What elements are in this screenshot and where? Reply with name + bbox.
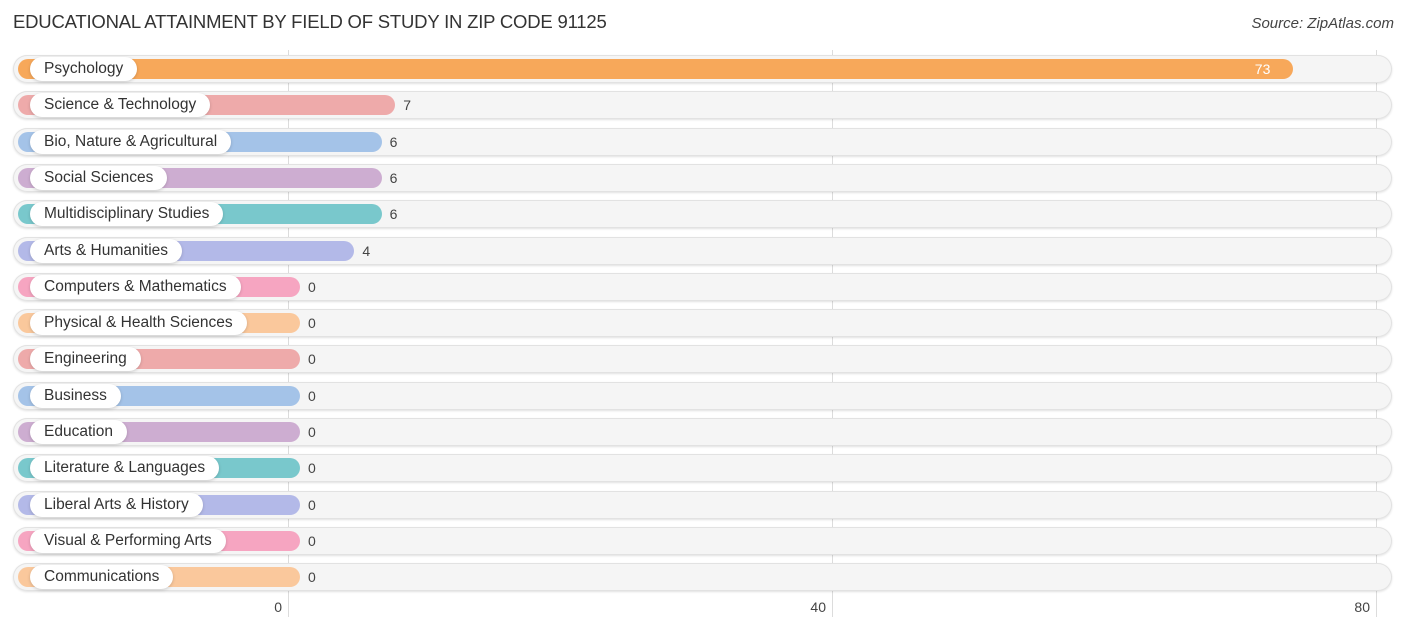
value-label: 6	[389, 206, 398, 223]
category-label: Visual & Performing Arts	[30, 528, 226, 553]
category-label: Business	[30, 383, 121, 408]
x-tick-label: 80	[1354, 599, 1370, 615]
value-label: 0	[308, 532, 316, 549]
value-label: 73	[1254, 61, 1271, 77]
category-label: Physical & Health Sciences	[30, 311, 247, 336]
category-label: Liberal Arts & History	[30, 492, 203, 517]
category-label: Science & Technology	[30, 93, 211, 118]
value-label: 0	[308, 387, 316, 404]
x-tick-label: 40	[810, 599, 826, 615]
value-label: 0	[308, 569, 316, 586]
bar[interactable]	[18, 59, 1293, 79]
value-label: 4	[362, 242, 371, 259]
value-label: 6	[389, 169, 398, 186]
category-label: Computers & Mathematics	[30, 274, 241, 299]
value-label: 0	[308, 424, 316, 440]
value-label: 6	[389, 133, 398, 150]
value-label: 0	[308, 460, 316, 477]
category-label: Arts & Humanities	[30, 238, 183, 263]
value-label: 0	[308, 496, 316, 513]
value-label: 7	[403, 97, 411, 114]
category-label: Communications	[30, 565, 174, 590]
category-label: Engineering	[30, 347, 141, 372]
category-label: Social Sciences	[30, 165, 168, 190]
category-label: Multidisciplinary Studies	[30, 202, 224, 227]
value-label: 0	[308, 351, 316, 368]
category-label: Education	[30, 420, 127, 444]
category-label: Bio, Nature & Agricultural	[30, 129, 232, 154]
value-label: 0	[308, 278, 316, 295]
bar-chart: Psychology 73 Science & Technology 7 Bio, Na…	[0, 0, 1406, 631]
category-label: Psychology	[30, 57, 138, 81]
category-label: Literature & Languages	[30, 456, 220, 481]
x-tick-label: 0	[274, 599, 282, 615]
value-label: 0	[308, 315, 316, 332]
